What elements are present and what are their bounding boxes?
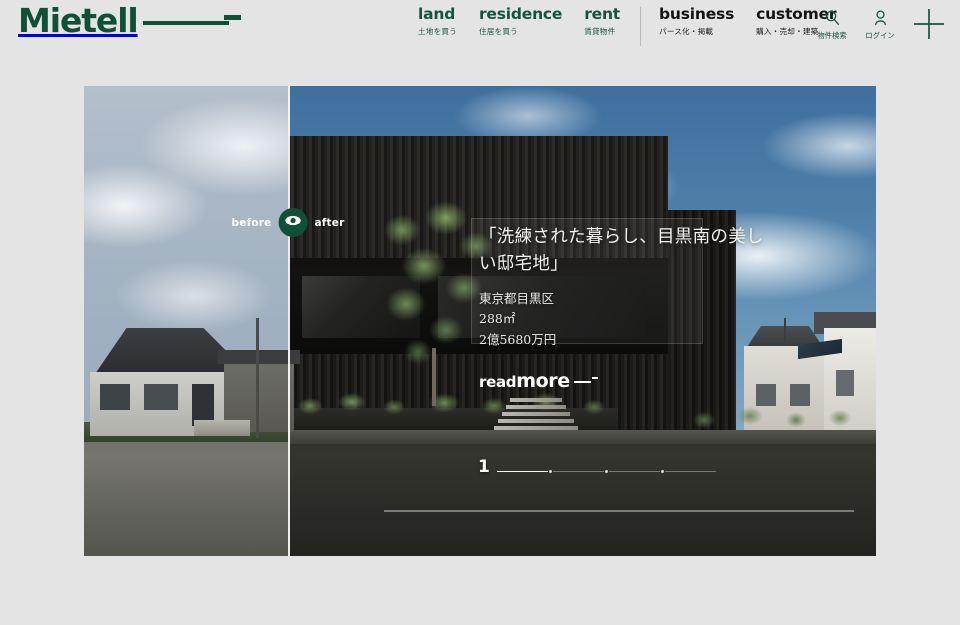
hero-slider[interactable]: before after 「洗練された暮らし、目黒南の美しい邸宅地」 東京都目黒…	[84, 86, 876, 556]
slider-tick-3	[660, 470, 664, 473]
below-fold-section	[0, 560, 960, 625]
property-search-button[interactable]: 物件検索	[808, 6, 856, 41]
hero-meta-area: 288㎡	[479, 311, 516, 327]
before-after-control[interactable]: before after	[232, 208, 345, 237]
read-more-large: more	[516, 369, 570, 392]
road-marking	[384, 510, 854, 512]
nav-item-business[interactable]: business パース化・掲載	[659, 5, 734, 39]
before-label[interactable]: before	[232, 217, 272, 229]
hero-meta-price: 2億5680万円	[479, 331, 557, 347]
after-label[interactable]: after	[314, 217, 344, 229]
user-icon	[872, 6, 889, 28]
logo-arrow-icon	[142, 15, 241, 29]
before-debris	[194, 420, 250, 436]
logo-wordmark: Mietell	[18, 1, 139, 40]
nav-item-land-en: land	[418, 5, 456, 23]
hero-copy-block: 「洗練された暮らし、目黒南の美しい邸宅地」 東京都目黒区 288㎡ 2億5680…	[471, 218, 809, 392]
page-root: Mietell land 土地を買う residence 住居を買う rent …	[0, 0, 960, 625]
slider-tick-1	[548, 470, 552, 473]
site-logo[interactable]: Mietell	[18, 4, 241, 37]
main-nav: land 土地を買う residence 住居を買う rent 賃貸物件 bus…	[418, 5, 858, 46]
site-header: Mietell land 土地を買う residence 住居を買う rent …	[0, 0, 960, 48]
hero-meta-location: 東京都目黒区	[479, 291, 555, 307]
slider-segment-3[interactable]	[608, 470, 660, 473]
before-after-handle[interactable]	[278, 208, 308, 237]
slide-number: 1	[478, 457, 490, 477]
nav-item-residence-jp: 住居を買う	[478, 27, 518, 37]
slider-segment-4[interactable]	[664, 470, 716, 473]
nav-item-rent-jp: 賃貸物件	[584, 27, 616, 37]
before-after-divider[interactable]	[288, 86, 290, 556]
plus-icon	[911, 6, 947, 47]
nav-item-rent[interactable]: rent 賃貸物件	[584, 5, 620, 39]
nav-group-primary: land 土地を買う residence 住居を買う rent 賃貸物件	[418, 5, 642, 39]
nav-item-residence[interactable]: residence 住居を買う	[479, 5, 562, 39]
nav-item-business-en: business	[659, 5, 735, 23]
before-road	[84, 431, 288, 556]
before-utility-pole	[256, 318, 259, 438]
header-utilities: 物件検索 ログイン	[808, 6, 952, 46]
menu-toggle-button[interactable]	[906, 6, 952, 46]
arrow-right-icon	[573, 376, 598, 386]
slider-tick-2	[604, 470, 608, 473]
nav-divider	[640, 7, 642, 46]
slider-segment-2[interactable]	[552, 470, 604, 473]
nav-item-rent-en: rent	[584, 5, 621, 23]
nav-item-land[interactable]: land 土地を買う	[418, 5, 457, 39]
nav-item-business-jp: パース化・掲載	[659, 27, 714, 37]
slider-pagination: 1	[478, 459, 716, 476]
login-button[interactable]: ログイン	[856, 6, 904, 41]
grass-right	[684, 404, 864, 430]
read-more-button[interactable]: read more	[479, 370, 598, 392]
entry-steps	[494, 390, 578, 430]
hero-meta: 東京都目黒区 288㎡ 2億5680万円	[479, 289, 809, 350]
read-more-small: read	[479, 372, 517, 391]
nav-item-land-jp: 土地を買う	[418, 27, 457, 37]
login-label: ログイン	[865, 31, 895, 40]
hero-title: 「洗練された暮らし、目黒南の美しい邸宅地」	[479, 227, 764, 274]
slider-progress-track	[496, 470, 716, 473]
slider-segment-1[interactable]	[496, 470, 548, 473]
property-search-label: 物件検索	[817, 31, 847, 40]
before-window-1	[100, 384, 130, 410]
sidewalk	[288, 430, 876, 444]
eye-icon	[284, 214, 301, 232]
neighbour-window-3	[836, 370, 854, 396]
search-icon	[824, 6, 841, 28]
before-window-2	[144, 384, 178, 410]
nav-item-residence-en: residence	[478, 5, 563, 23]
